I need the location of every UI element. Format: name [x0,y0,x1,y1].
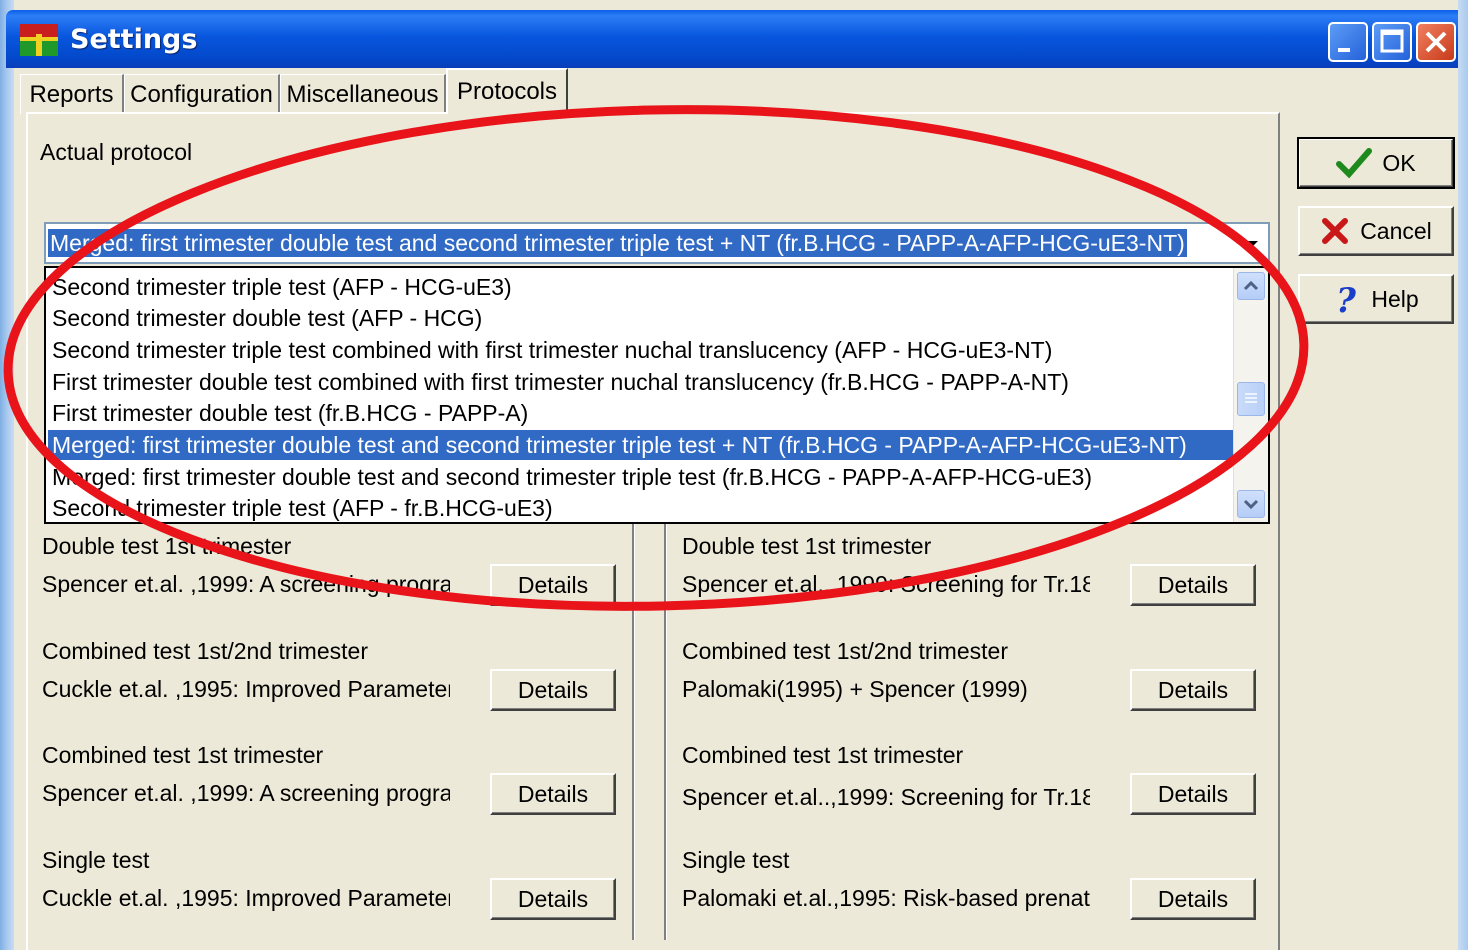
cancel-x-icon [1322,218,1349,244]
right-row-reference: Spencer et.al..,1999: Screening for Tr.1… [682,571,1090,597]
left-row-title: Single test [42,847,150,873]
right-row-reference: Palomaki et.al.,1995: Risk-based prenata [682,885,1090,911]
protocol-selected-value: Merged: first trimester double test and … [47,228,1188,258]
window-title: Settings [70,24,198,55]
protocol-combobox[interactable]: Merged: first trimester double test and … [44,222,1270,264]
left-row-title: Combined test 1st trimester [42,742,324,768]
right-row-title: Double test 1st trimester [682,533,932,559]
maximize-icon [1380,29,1404,53]
dropdown-option[interactable]: Merged: first trimester double test and … [48,462,1234,492]
details-button[interactable]: Details [490,669,616,711]
dropdown-option-selected[interactable]: Merged: first trimester double test and … [48,430,1234,460]
scroll-thumb[interactable] [1237,382,1265,416]
right-row-title: Single test [682,847,790,873]
window-frame-left [0,0,14,950]
dropdown-scrollbar[interactable] [1233,268,1268,522]
dropdown-option[interactable]: First trimester double test combined wit… [48,367,1234,397]
help-button[interactable]: ? Help [1298,274,1454,324]
right-row-title: Combined test 1st/2nd trimester [682,638,1008,664]
right-row-title: Combined test 1st trimester [682,742,964,768]
left-row-reference: Cuckle et.al. ,1995: Improved Parameter: [42,676,450,702]
right-row-reference: Palomaki(1995) + Spencer (1999) [682,676,1028,702]
maximize-button[interactable] [1372,22,1412,62]
tab-miscellaneous[interactable]: Miscellaneous [280,74,446,114]
chevron-down-icon[interactable] [1238,226,1266,260]
ok-button[interactable]: OK [1297,137,1455,189]
scroll-down-button[interactable] [1237,490,1265,518]
tab-configuration[interactable]: Configuration [124,74,280,114]
close-button[interactable] [1416,22,1456,62]
details-button[interactable]: Details [1130,773,1256,815]
title-bar[interactable]: Settings [6,10,1468,68]
actual-protocol-label: Actual protocol [40,139,193,165]
question-mark-icon: ? [1336,282,1357,316]
chevron-up-icon [1243,280,1259,291]
dropdown-option[interactable]: Second trimester triple test combined wi… [48,335,1234,365]
details-button[interactable]: Details [490,878,616,920]
checkmark-icon [1336,148,1373,178]
help-button-label: Help [1371,285,1419,312]
dropdown-option[interactable]: Second trimester triple test (AFP - fr.B… [48,493,1234,522]
left-row-reference: Spencer et.al. ,1999: A screening progra… [42,780,450,806]
chevron-down-icon [1243,499,1259,510]
cancel-button-label: Cancel [1360,217,1432,244]
details-button[interactable]: Details [1130,878,1256,920]
app-icon [20,24,58,56]
protocol-dropdown-list[interactable]: Second trimester triple test (AFP - HCG-… [44,266,1270,524]
close-icon [1425,31,1447,53]
left-row-title: Double test 1st trimester [42,533,292,559]
details-button[interactable]: Details [1130,564,1256,606]
right-row-reference: Spencer et.al..,1999: Screening for Tr.1… [682,784,1090,810]
settings-window: Settings Reports Configuration Miscellan… [0,0,1468,950]
cancel-button[interactable]: Cancel [1298,206,1454,256]
tab-reports[interactable]: Reports [20,74,124,114]
dropdown-option[interactable]: Second trimester triple test (AFP - HCG-… [48,272,1234,302]
left-row-reference: Spencer et.al. ,1999: A screening progra… [42,571,450,597]
details-button[interactable]: Details [490,564,616,606]
window-frame-right [1458,0,1468,950]
minimize-button[interactable] [1328,22,1368,62]
dropdown-option[interactable]: First trimester double test (fr.B.HCG - … [48,398,1234,428]
dropdown-option[interactable]: Second trimester double test (AFP - HCG) [48,303,1234,333]
left-row-title: Combined test 1st/2nd trimester [42,638,368,664]
scroll-up-button[interactable] [1237,272,1265,300]
column-divider [632,520,635,940]
ok-button-label: OK [1382,149,1416,176]
svg-text:?: ? [1336,282,1357,316]
tab-protocols[interactable]: Protocols [446,68,568,114]
minimize-icon [1338,48,1350,52]
details-button[interactable]: Details [490,773,616,815]
grip-icon [1245,393,1257,403]
left-row-reference: Cuckle et.al. ,1995: Improved Parameter: [42,885,450,911]
details-button[interactable]: Details [1130,669,1256,711]
column-divider [664,520,667,940]
